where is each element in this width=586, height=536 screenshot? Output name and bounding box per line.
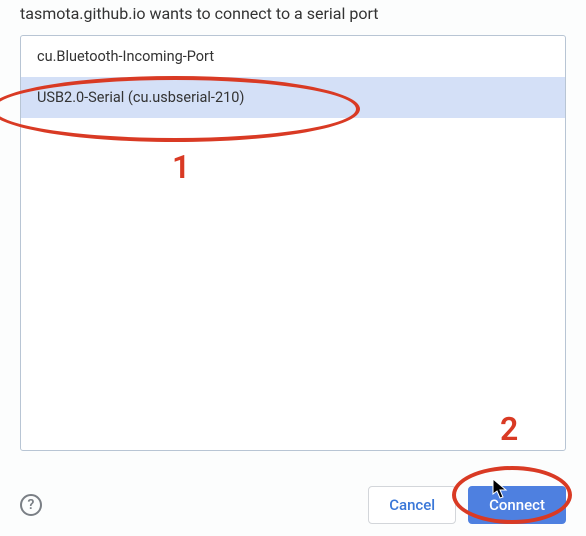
port-item-usb-serial[interactable]: USB2.0-Serial (cu.usbserial-210)	[21, 77, 565, 118]
connect-button[interactable]: Connect	[468, 486, 566, 524]
help-icon[interactable]: ?	[20, 494, 42, 516]
serial-port-list: cu.Bluetooth-Incoming-Port USB2.0-Serial…	[20, 35, 566, 451]
dialog-button-row: ? Cancel Connect	[20, 486, 566, 524]
port-item-bluetooth[interactable]: cu.Bluetooth-Incoming-Port	[21, 36, 565, 77]
dialog-title: tasmota.github.io wants to connect to a …	[0, 0, 586, 35]
cancel-button[interactable]: Cancel	[368, 486, 456, 524]
